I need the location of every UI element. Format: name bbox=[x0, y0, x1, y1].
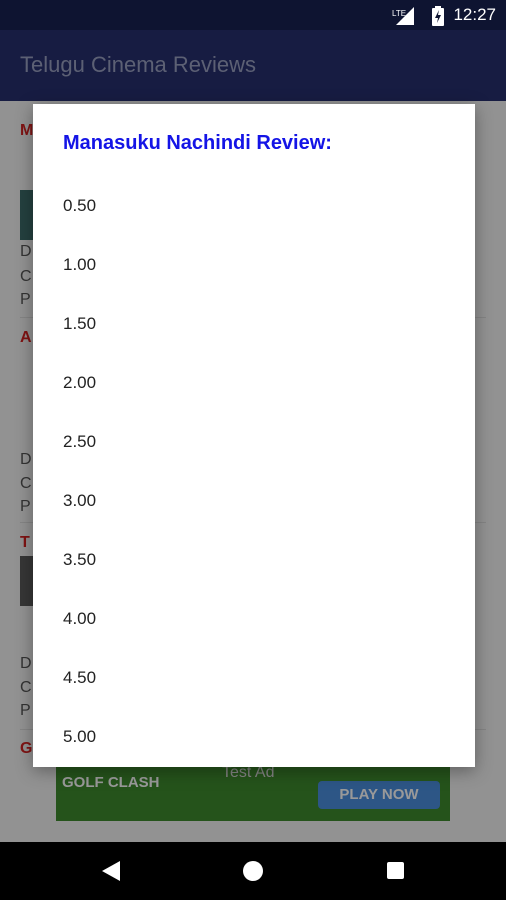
battery-icon bbox=[432, 6, 444, 26]
navigation-bar bbox=[0, 842, 506, 900]
rating-option-label: 0.50 bbox=[63, 196, 97, 215]
rating-option[interactable]: 1.00 bbox=[33, 237, 475, 296]
home-icon[interactable] bbox=[243, 861, 263, 881]
rating-option[interactable]: 3.00 bbox=[33, 473, 475, 532]
rating-option-label: 2.50 bbox=[63, 432, 97, 451]
status-time: 12:27 bbox=[453, 5, 496, 24]
rating-option-label: 3.50 bbox=[63, 550, 97, 569]
rating-dialog: Manasuku Nachindi Review: 0.50 1.00 1.50… bbox=[33, 104, 475, 767]
rating-option[interactable]: 4.00 bbox=[33, 591, 475, 650]
rating-option-label: 1.50 bbox=[63, 314, 97, 333]
rating-option[interactable]: 2.00 bbox=[33, 355, 475, 414]
rating-option-label: 4.00 bbox=[63, 609, 97, 628]
rating-option[interactable]: 5.00 bbox=[33, 709, 475, 768]
back-icon[interactable] bbox=[102, 861, 120, 881]
rating-option[interactable]: 3.50 bbox=[33, 532, 475, 591]
rating-option-label: 4.50 bbox=[63, 668, 97, 687]
rating-option[interactable]: 2.50 bbox=[33, 414, 475, 473]
rating-option[interactable]: 4.50 bbox=[33, 650, 475, 709]
dialog-title: Manasuku Nachindi Review: bbox=[63, 132, 332, 154]
rating-option-label: 5.00 bbox=[63, 727, 97, 746]
lte-label: LTE bbox=[392, 9, 406, 18]
rating-option[interactable]: 0.50 bbox=[33, 178, 475, 237]
status-bar: LTE 12:27 bbox=[0, 0, 506, 30]
rating-option-label: 3.00 bbox=[63, 491, 97, 510]
lte-signal-icon: LTE bbox=[392, 7, 414, 25]
rating-option-label: 2.00 bbox=[63, 373, 97, 392]
rating-option[interactable]: 1.50 bbox=[33, 296, 475, 355]
recents-icon[interactable] bbox=[387, 862, 404, 879]
rating-option-label: 1.00 bbox=[63, 255, 97, 274]
